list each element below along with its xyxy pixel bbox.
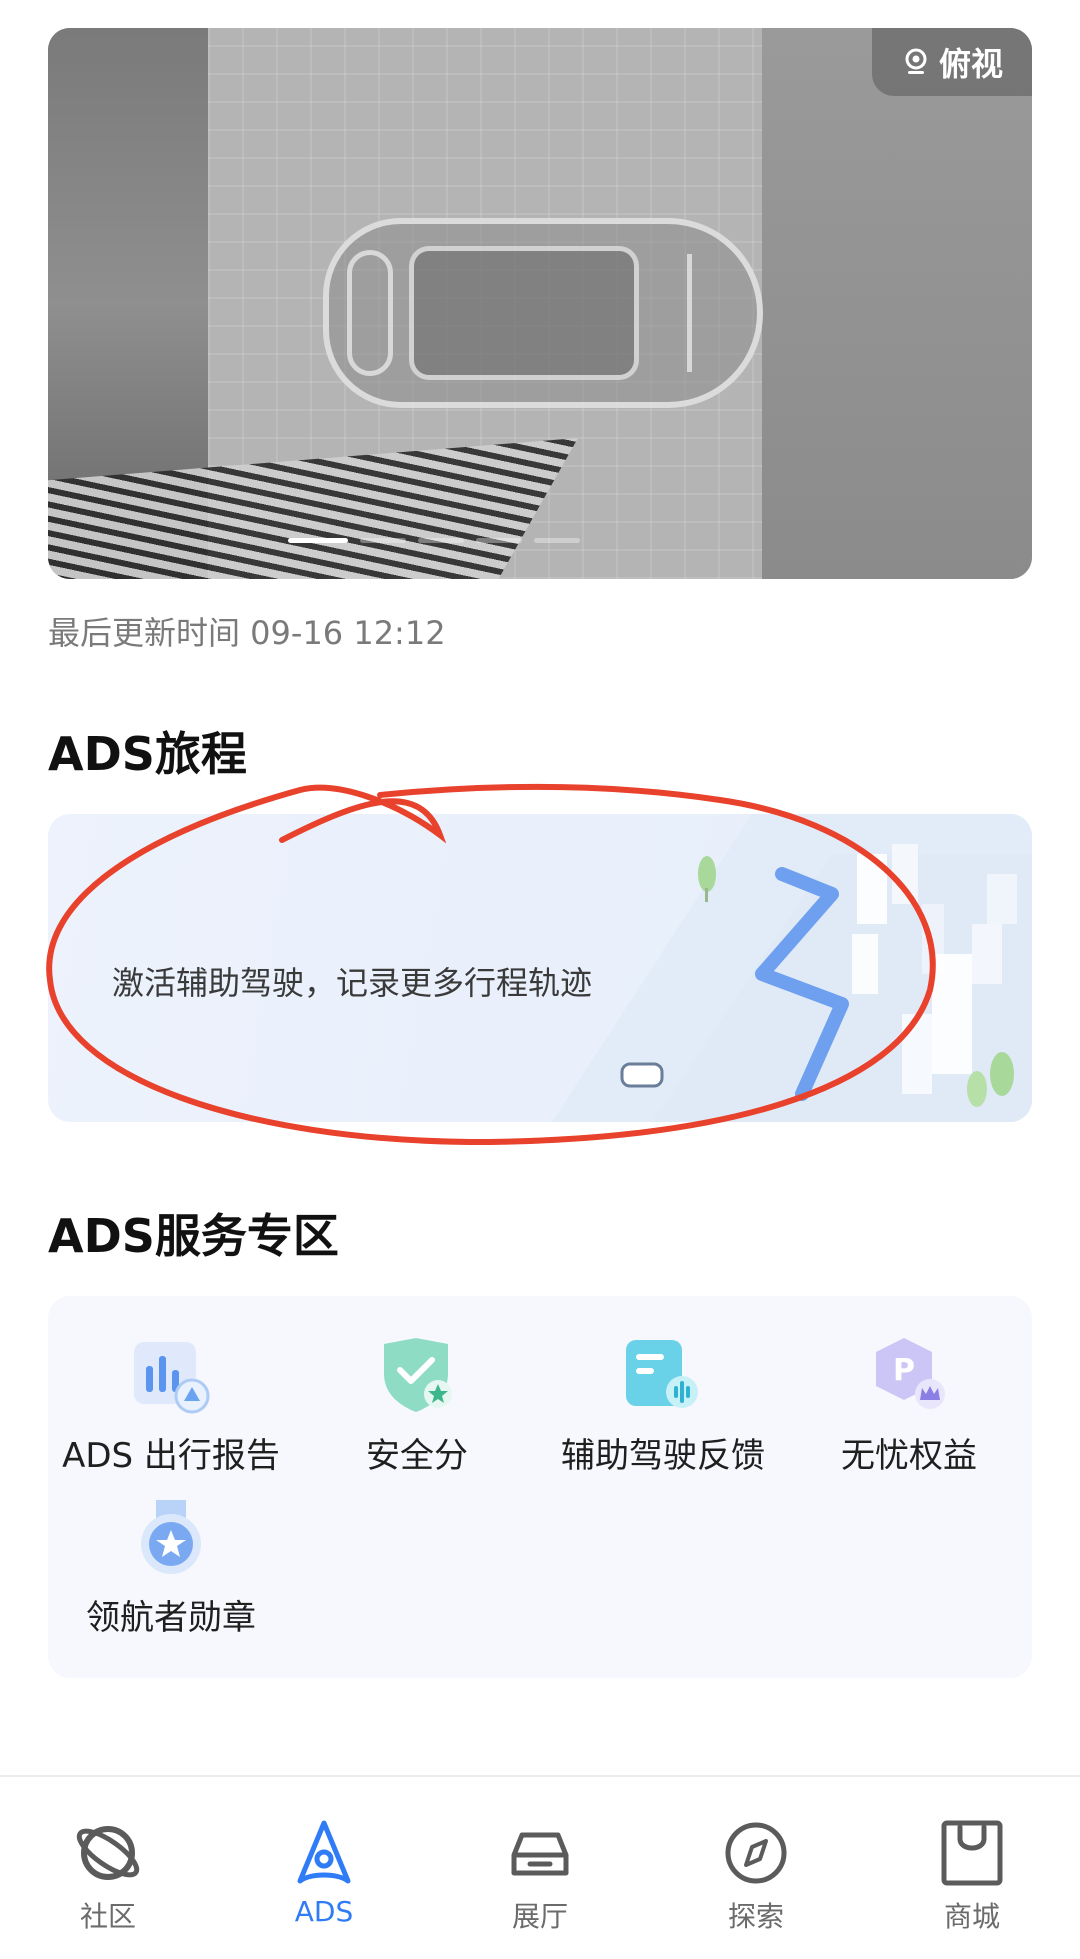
carousel-dot — [476, 538, 522, 543]
nav-community[interactable]: 社区 — [0, 1817, 216, 1935]
feedback-icon — [626, 1340, 698, 1408]
nav-label: ADS — [294, 1895, 354, 1928]
nav-label: 展厅 — [511, 1900, 568, 1933]
carousel-dot — [360, 538, 406, 543]
nav-showroom[interactable]: 展厅 — [432, 1817, 648, 1935]
view-mode-button[interactable]: 俯视 — [872, 28, 1032, 96]
camera-view[interactable]: 俯视 — [48, 28, 1032, 579]
nav-label: 商城 — [943, 1900, 1000, 1933]
service-grid: ADS 出行报告 安全分 辅助驾驶反馈 P 无忧权益 领航者勋章 — [48, 1296, 1032, 1678]
vehicle-windshield — [347, 250, 393, 376]
service-safety-score[interactable]: 安全分 — [294, 1336, 540, 1477]
svg-text:P: P — [893, 1353, 915, 1388]
trip-message: 激活辅助驾驶，记录更多行程轨迹 — [112, 964, 593, 1002]
trip-banner[interactable]: 激活辅助驾驶，记录更多行程轨迹 — [48, 814, 1032, 1122]
nav-mall[interactable]: 商城 — [864, 1817, 1080, 1935]
compass-icon — [725, 1822, 787, 1884]
view-mode-label: 俯视 — [938, 45, 1003, 83]
service-label: 辅助驾驶反馈 — [561, 1436, 765, 1476]
service-label: 领航者勋章 — [86, 1598, 256, 1638]
service-worry-free-benefits[interactable]: P 无忧权益 — [786, 1336, 1032, 1477]
vehicle-rear — [687, 254, 727, 372]
service-label: 安全分 — [366, 1436, 468, 1476]
carousel-dot — [534, 538, 580, 543]
nav-explore[interactable]: 探索 — [648, 1817, 864, 1935]
planet-icon — [76, 1826, 140, 1880]
trip-section-title: ADS旅程 — [48, 727, 247, 781]
map-illustration — [552, 814, 1032, 1122]
carousel-indicator — [288, 538, 580, 543]
bottom-nav: 社区 ADS 展厅 探索 商城 — [0, 1775, 1080, 1959]
service-ads-report[interactable]: ADS 出行报告 — [48, 1336, 294, 1477]
service-label: ADS 出行报告 — [62, 1436, 280, 1476]
service-section-title: ADS服务专区 — [48, 1209, 339, 1263]
shopping-bag-icon — [941, 1820, 1003, 1886]
nav-ads[interactable]: ADS — [216, 1817, 432, 1928]
service-label: 无忧权益 — [841, 1436, 977, 1476]
nav-label: 探索 — [727, 1900, 784, 1933]
last-update-time: 最后更新时间 09-16 12:12 — [48, 614, 446, 652]
vehicle-overlay — [323, 218, 763, 408]
medal-icon — [141, 1500, 201, 1574]
carousel-dot — [418, 538, 464, 543]
service-assist-feedback[interactable]: 辅助驾驶反馈 — [540, 1336, 786, 1477]
vehicle-roof — [409, 246, 639, 380]
ads-logo-icon — [297, 1820, 351, 1884]
camera-icon — [905, 48, 927, 74]
parking-crown-icon: P — [876, 1338, 945, 1409]
camera-wall-right — [762, 28, 1032, 579]
nav-label: 社区 — [79, 1900, 136, 1933]
carousel-dot — [288, 538, 348, 543]
report-chart-icon — [134, 1342, 210, 1414]
car-icon — [511, 1832, 569, 1876]
service-navigator-medal[interactable]: 领航者勋章 — [48, 1498, 294, 1639]
safety-shield-icon — [384, 1338, 452, 1412]
